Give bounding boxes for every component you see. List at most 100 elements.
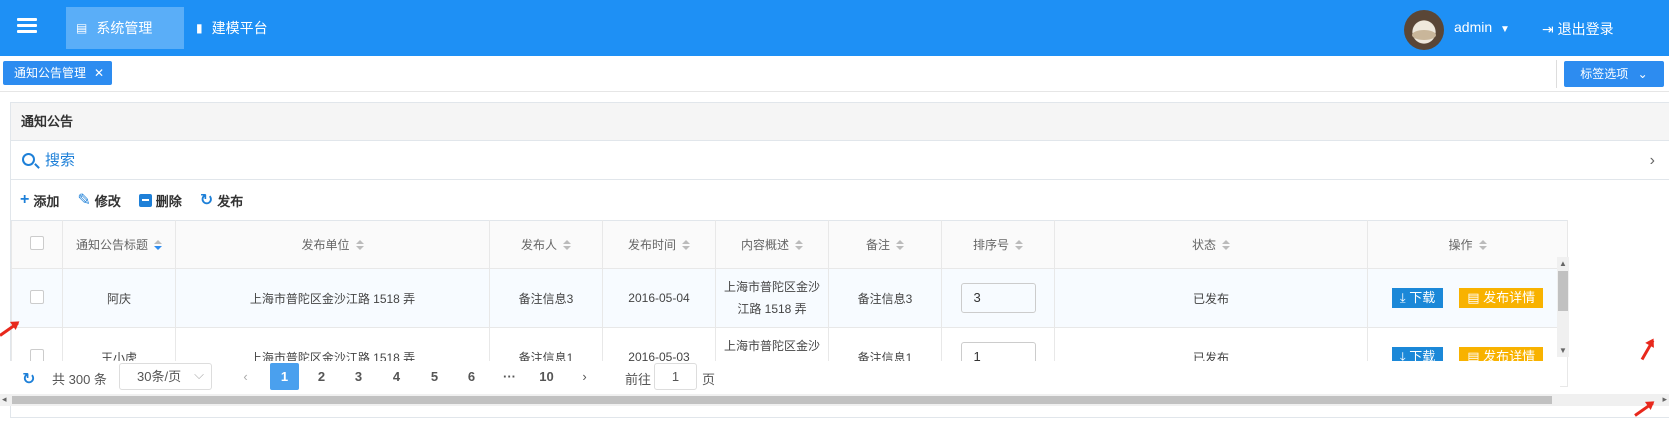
column-header[interactable]: 备注 bbox=[828, 220, 942, 269]
prev-page-icon[interactable]: ‹ bbox=[231, 363, 260, 390]
user-menu[interactable]: admin ▼ bbox=[1454, 19, 1510, 35]
table-header-row: 通知公告标题 发布单位 发布人 发布时间 内容概述 备注 排序号 状态 操作 bbox=[11, 220, 1568, 269]
publish-detail-button[interactable]: ▤ 发布详情 bbox=[1459, 288, 1544, 308]
column-label: 操作 bbox=[1448, 238, 1473, 252]
page-number[interactable]: 10 bbox=[532, 363, 561, 390]
total-count: 共 300 条 bbox=[52, 372, 107, 387]
sort-icon[interactable] bbox=[682, 240, 690, 251]
column-label: 通知公告标题 bbox=[75, 238, 148, 252]
delete-label: 删除 bbox=[155, 193, 182, 209]
top-bar: ▤ 系统管理 ▮ 建模平台 admin ▼ ⇥ 退出登录 bbox=[0, 0, 1669, 56]
panel-title: 通知公告 bbox=[11, 103, 1669, 141]
table-row[interactable]: 阿庆 上海市普陀区金沙江路 1518 弄 备注信息3 2016-05-04 上海… bbox=[11, 268, 1568, 328]
select-all-checkbox[interactable] bbox=[30, 236, 44, 250]
sort-icon[interactable] bbox=[1222, 240, 1230, 251]
chevron-down-icon: ⌄ bbox=[1637, 67, 1648, 81]
page-unit-label: 页 bbox=[702, 372, 716, 387]
logout-label: 退出登录 bbox=[1557, 21, 1614, 37]
page-number[interactable]: 1 bbox=[270, 363, 299, 390]
scroll-thumb[interactable] bbox=[12, 396, 1552, 404]
row-checkbox[interactable] bbox=[30, 289, 44, 304]
nav-system-management[interactable]: ▤ 系统管理 bbox=[66, 7, 184, 49]
column-header[interactable]: 通知公告标题 bbox=[62, 220, 176, 269]
avatar[interactable] bbox=[1404, 10, 1444, 50]
column-header[interactable]: 发布单位 bbox=[175, 220, 490, 269]
remark-cell: 备注信息3 bbox=[828, 268, 942, 328]
page-number[interactable]: 2 bbox=[307, 363, 336, 390]
column-header[interactable]: 操作 bbox=[1367, 220, 1568, 269]
add-label: 添加 bbox=[33, 193, 60, 209]
sort-icon[interactable] bbox=[896, 240, 904, 251]
status-cell: 已发布 bbox=[1054, 268, 1368, 328]
menu-toggle-icon[interactable] bbox=[17, 18, 37, 34]
title-cell: 阿庆 bbox=[62, 268, 176, 328]
logout-icon: ⇥ bbox=[1542, 21, 1554, 37]
download-button[interactable]: ⤓ 下载 bbox=[1391, 288, 1444, 308]
order-input[interactable]: 3 bbox=[960, 283, 1036, 313]
search-label: 搜索 bbox=[45, 152, 76, 169]
file-icon: ▤ bbox=[1467, 290, 1484, 305]
tab-notice-management[interactable]: 通知公告管理 ✕ bbox=[3, 61, 113, 85]
tab-label: 通知公告管理 bbox=[14, 66, 87, 80]
page-number[interactable]: 3 bbox=[344, 363, 373, 390]
column-label: 状态 bbox=[1191, 238, 1216, 252]
caret-down-icon: ▼ bbox=[1500, 24, 1510, 35]
column-label: 发布单位 bbox=[301, 238, 350, 252]
goto-page-input[interactable]: 1 bbox=[654, 363, 697, 390]
column-label: 发布人 bbox=[520, 238, 557, 252]
toolbar: + 添加 ✎ 修改 删除 ↻ 发布 bbox=[11, 180, 1669, 220]
column-header[interactable]: 发布人 bbox=[489, 220, 603, 269]
column-label: 排序号 bbox=[972, 238, 1009, 252]
sort-icon[interactable] bbox=[154, 240, 162, 251]
download-label: 下载 bbox=[1409, 290, 1436, 305]
sort-icon[interactable] bbox=[1478, 240, 1487, 251]
select-all-cell bbox=[11, 220, 63, 269]
next-page-icon[interactable]: › bbox=[570, 363, 599, 390]
scroll-down-icon[interactable]: ▼ bbox=[1559, 346, 1567, 355]
close-icon[interactable]: ✕ bbox=[94, 66, 104, 80]
refresh-icon[interactable]: ↻ bbox=[22, 369, 35, 389]
sort-icon[interactable] bbox=[1015, 240, 1023, 251]
scroll-up-icon[interactable]: ▲ bbox=[1559, 259, 1567, 268]
column-header[interactable]: 发布时间 bbox=[602, 220, 716, 269]
summary-text: 上海市普陀区金沙江路 1518 弄 bbox=[724, 280, 821, 316]
page-number[interactable]: 5 bbox=[420, 363, 449, 390]
nav-label: 建模平台 bbox=[211, 20, 268, 36]
pencil-icon: ✎ bbox=[77, 192, 91, 209]
actions-cell: ⤓ 下载 ▤ 发布详情 bbox=[1367, 268, 1568, 328]
horizontal-scrollbar[interactable]: ◂ ▸ bbox=[0, 394, 1669, 406]
publish-button[interactable]: ↻ 发布 bbox=[200, 190, 243, 210]
delete-button[interactable]: 删除 bbox=[138, 191, 182, 210]
scroll-thumb[interactable] bbox=[1558, 271, 1568, 311]
edit-button[interactable]: ✎ 修改 bbox=[77, 190, 120, 210]
column-header[interactable]: 内容概述 bbox=[715, 220, 829, 269]
column-label: 内容概述 bbox=[740, 238, 789, 252]
logout-button[interactable]: ⇥ 退出登录 bbox=[1542, 19, 1614, 39]
page-number[interactable]: 6 bbox=[457, 363, 486, 390]
column-header[interactable]: 状态 bbox=[1054, 220, 1368, 269]
column-header[interactable]: 排序号 bbox=[941, 220, 1055, 269]
publish-label: 发布 bbox=[217, 193, 244, 209]
publisher-cell: 备注信息3 bbox=[489, 268, 603, 328]
username: admin bbox=[1454, 19, 1493, 35]
sort-icon[interactable] bbox=[355, 240, 364, 251]
chevron-right-icon: › bbox=[1649, 152, 1655, 169]
refresh-icon: ↻ bbox=[199, 192, 214, 209]
page-size-select[interactable]: 30条/页 bbox=[119, 362, 212, 390]
scroll-right-icon[interactable]: ▸ bbox=[1662, 394, 1667, 405]
add-button[interactable]: + 添加 bbox=[20, 191, 59, 210]
tag-options-button[interactable]: 标签选项 ⌄ bbox=[1564, 61, 1664, 87]
book-icon: ▮ bbox=[196, 21, 203, 35]
search-toggle[interactable]: 搜索 › bbox=[11, 142, 1669, 180]
unit-cell: 上海市普陀区金沙江路 1518 弄 bbox=[175, 268, 490, 328]
document-icon: ▤ bbox=[76, 21, 88, 35]
pagination: ↻ 共 300 条 30条/页 ‹ 1 2 3 4 5 6 ··· 10 › 前… bbox=[0, 361, 1560, 394]
more-pages-icon[interactable]: ··· bbox=[495, 363, 524, 390]
page-number[interactable]: 4 bbox=[382, 363, 411, 390]
sort-icon[interactable] bbox=[795, 240, 803, 251]
sort-icon[interactable] bbox=[563, 240, 571, 251]
scroll-left-icon[interactable]: ◂ bbox=[2, 394, 7, 405]
vertical-scrollbar[interactable]: ▲ ▼ bbox=[1557, 257, 1569, 357]
order-cell: 3 bbox=[941, 268, 1055, 328]
nav-modeling-platform[interactable]: ▮ 建模平台 bbox=[186, 7, 278, 49]
